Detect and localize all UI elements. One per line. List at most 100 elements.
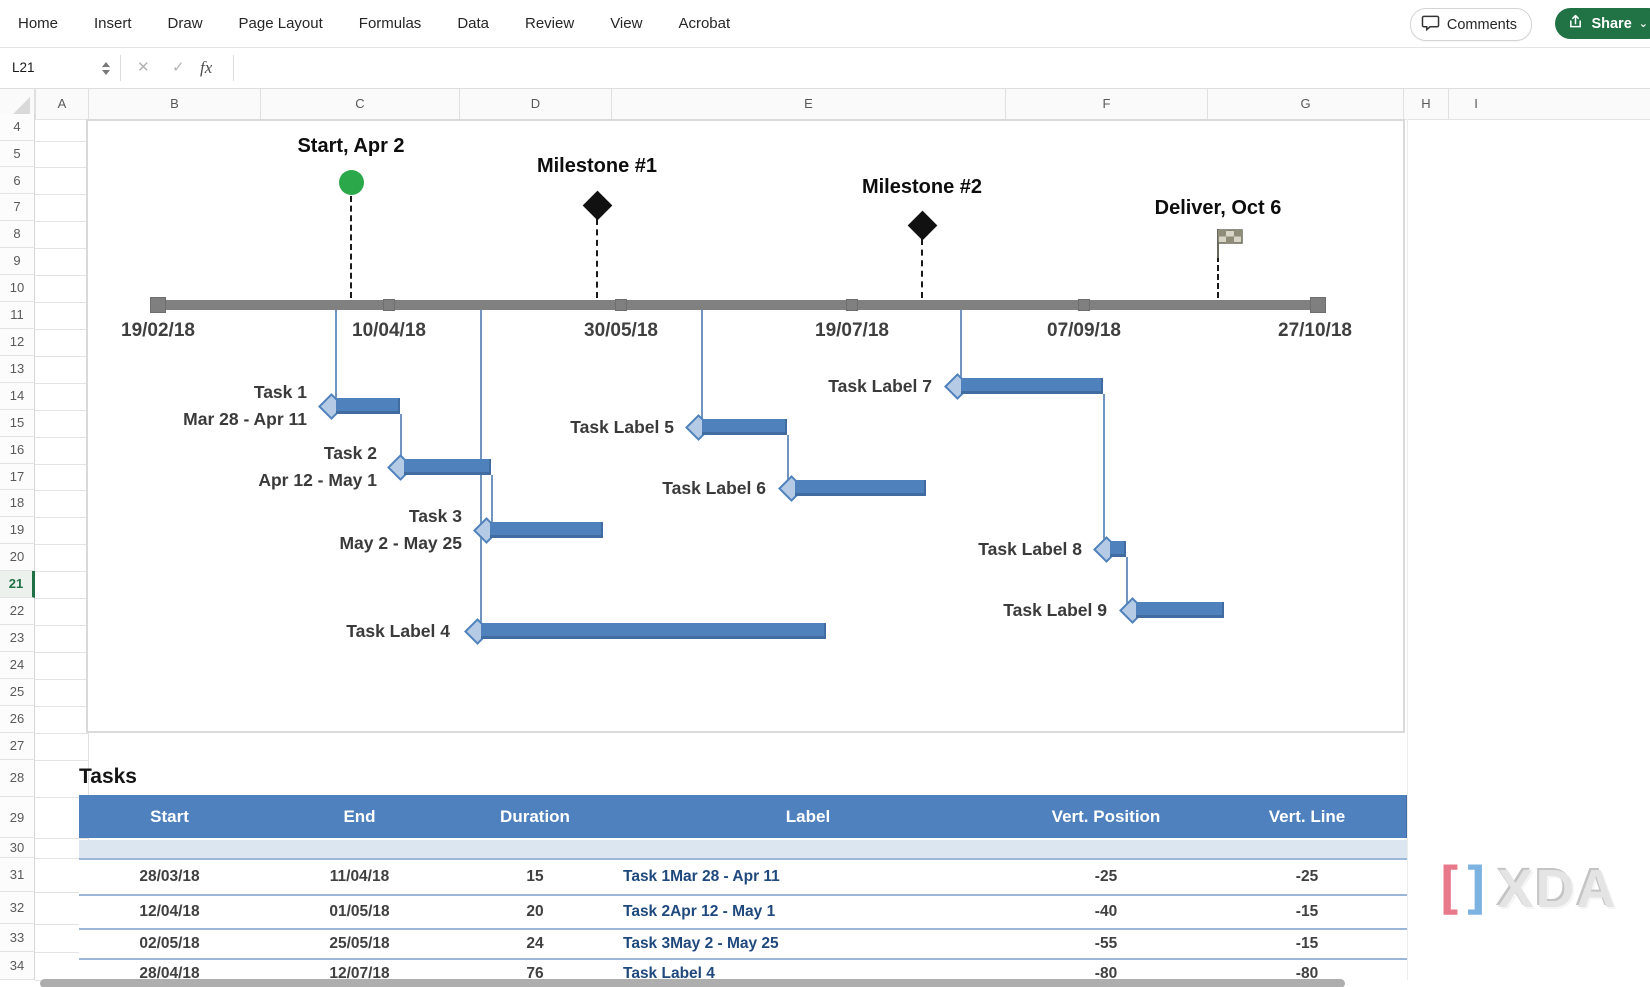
tasks-table-blank-row[interactable] — [79, 840, 1407, 860]
tasks-table-header-cell[interactable]: End — [260, 795, 459, 838]
tasks-table-cell-duration[interactable]: 24 — [459, 930, 611, 958]
tasks-table-cell-start[interactable]: 02/05/18 — [79, 930, 260, 958]
task-label: Task 1Mar 28 - Apr 11 — [183, 379, 307, 433]
menu-tab-data[interactable]: Data — [457, 15, 489, 32]
task-label-line: Task Label 7 — [828, 373, 932, 400]
tasks-table-header-cell[interactable]: Vert. Position — [1005, 795, 1207, 838]
row-header-19[interactable]: 19 — [0, 517, 35, 544]
menu-tab-acrobat[interactable]: Acrobat — [678, 15, 730, 32]
tasks-table-cell-end[interactable]: 01/05/18 — [260, 896, 459, 928]
enter-icon[interactable]: ✓ — [172, 48, 185, 88]
cancel-icon[interactable]: ✕ — [137, 48, 150, 88]
column-header-G[interactable]: G — [1207, 89, 1403, 119]
row-header-10[interactable]: 10 — [0, 275, 35, 302]
comments-button[interactable]: Comments — [1410, 8, 1532, 41]
menu-tab-insert[interactable]: Insert — [94, 15, 132, 32]
row-header-26[interactable]: 26 — [0, 706, 35, 733]
horizontal-scrollbar[interactable] — [40, 979, 1345, 987]
task-bar[interactable] — [702, 419, 787, 435]
name-box-stepper[interactable] — [96, 48, 116, 88]
row-header-23[interactable]: 23 — [0, 625, 35, 652]
row-header-34[interactable]: 34 — [0, 952, 35, 980]
timeline-bar[interactable] — [158, 300, 1318, 310]
row-header-13[interactable]: 13 — [0, 356, 35, 383]
row-header-31[interactable]: 31 — [0, 858, 35, 892]
tasks-table-cell-duration[interactable]: 15 — [459, 860, 611, 894]
row-header-6[interactable]: 6 — [0, 167, 35, 194]
tasks-table-cell-end[interactable]: 25/05/18 — [260, 930, 459, 958]
menu-tab-review[interactable]: Review — [525, 15, 574, 32]
tasks-table-cell-end[interactable]: 11/04/18 — [260, 860, 459, 894]
column-header-I[interactable]: I — [1448, 89, 1503, 119]
menu-tab-draw[interactable]: Draw — [168, 15, 203, 32]
milestone-dashed-line — [596, 219, 598, 298]
row-header-12[interactable]: 12 — [0, 329, 35, 356]
row-header-14[interactable]: 14 — [0, 383, 35, 410]
column-header-B[interactable]: B — [88, 89, 260, 119]
start-circle-marker[interactable] — [339, 170, 364, 195]
tasks-table-cell-vert_position[interactable]: -55 — [1005, 930, 1207, 958]
tasks-table-cell-vert_line[interactable]: -15 — [1207, 896, 1407, 928]
tasks-table-cell-vert_line[interactable]: -25 — [1207, 860, 1407, 894]
milestone-label: Milestone #1 — [437, 155, 757, 178]
share-button[interactable]: Share ⌄ — [1555, 8, 1650, 39]
formula-input[interactable] — [240, 48, 1650, 88]
row-header-9[interactable]: 9 — [0, 248, 35, 275]
menu-tab-formulas[interactable]: Formulas — [359, 15, 422, 32]
row-header-20[interactable]: 20 — [0, 544, 35, 571]
row-header-4[interactable]: 4 — [0, 114, 35, 141]
column-header-E[interactable]: E — [611, 89, 1005, 119]
column-header-D[interactable]: D — [459, 89, 611, 119]
row-header-29[interactable]: 29 — [0, 797, 35, 838]
row-header-28[interactable]: 28 — [0, 760, 35, 798]
task-bar[interactable] — [1136, 602, 1224, 618]
task-bar[interactable] — [795, 480, 926, 496]
tasks-table-header-cell[interactable]: Start — [79, 795, 260, 838]
row-header-8[interactable]: 8 — [0, 221, 35, 248]
tasks-table-cell-label[interactable]: Task 3May 2 - May 25 — [611, 930, 1005, 958]
tasks-table-cell-start[interactable]: 12/04/18 — [79, 896, 260, 928]
tasks-table-cell-vert_line[interactable]: -15 — [1207, 930, 1407, 958]
menu-tab-view[interactable]: View — [610, 15, 642, 32]
task-bar[interactable] — [481, 623, 826, 639]
row-header-15[interactable]: 15 — [0, 410, 35, 437]
row-header-17[interactable]: 17 — [0, 464, 35, 491]
tasks-table-cell-vert_position[interactable]: -40 — [1005, 896, 1207, 928]
task-bar[interactable] — [404, 459, 491, 475]
row-header-30[interactable]: 30 — [0, 838, 35, 858]
deliver-flag-icon[interactable] — [1215, 228, 1245, 265]
tasks-table-cell-label[interactable]: Task 2Apr 12 - May 1 — [611, 896, 1005, 928]
tasks-table-cell-start[interactable]: 28/03/18 — [79, 860, 260, 894]
row-header-24[interactable]: 24 — [0, 652, 35, 679]
menu-tab-home[interactable]: Home — [18, 15, 58, 32]
column-header-C[interactable]: C — [260, 89, 459, 119]
row-header-7[interactable]: 7 — [0, 194, 35, 221]
task-bar[interactable] — [490, 522, 603, 538]
row-header-16[interactable]: 16 — [0, 437, 35, 464]
insert-function-icon[interactable]: fx — [200, 48, 212, 88]
row-header-33[interactable]: 33 — [0, 924, 35, 952]
row-header-22[interactable]: 22 — [0, 598, 35, 625]
task-leader-line — [701, 310, 703, 422]
column-header-H[interactable]: H — [1403, 89, 1448, 119]
row-header-27[interactable]: 27 — [0, 733, 35, 760]
tasks-table-header-cell[interactable]: Label — [611, 795, 1005, 838]
task-bar[interactable] — [961, 378, 1103, 394]
column-header-F[interactable]: F — [1005, 89, 1207, 119]
row-header-32[interactable]: 32 — [0, 892, 35, 924]
row-header-21[interactable]: 21 — [0, 571, 35, 598]
row-header-11[interactable]: 11 — [0, 302, 35, 329]
tasks-table-cell-label[interactable]: Task 1Mar 28 - Apr 11 — [611, 860, 1005, 894]
name-box[interactable]: L21 — [0, 48, 108, 88]
task-bar[interactable] — [336, 398, 400, 414]
row-header-25[interactable]: 25 — [0, 679, 35, 706]
tasks-table-cell-duration[interactable]: 20 — [459, 896, 611, 928]
tasks-table-cell-vert_position[interactable]: -25 — [1005, 860, 1207, 894]
row-header-18[interactable]: 18 — [0, 490, 35, 517]
row-header-5[interactable]: 5 — [0, 141, 35, 168]
tasks-table-header-cell[interactable]: Vert. Line — [1207, 795, 1407, 838]
task-bar[interactable] — [1110, 541, 1126, 557]
menu-tab-page-layout[interactable]: Page Layout — [239, 15, 323, 32]
tasks-table-header-cell[interactable]: Duration — [459, 795, 611, 838]
column-header-A[interactable]: A — [35, 89, 88, 119]
